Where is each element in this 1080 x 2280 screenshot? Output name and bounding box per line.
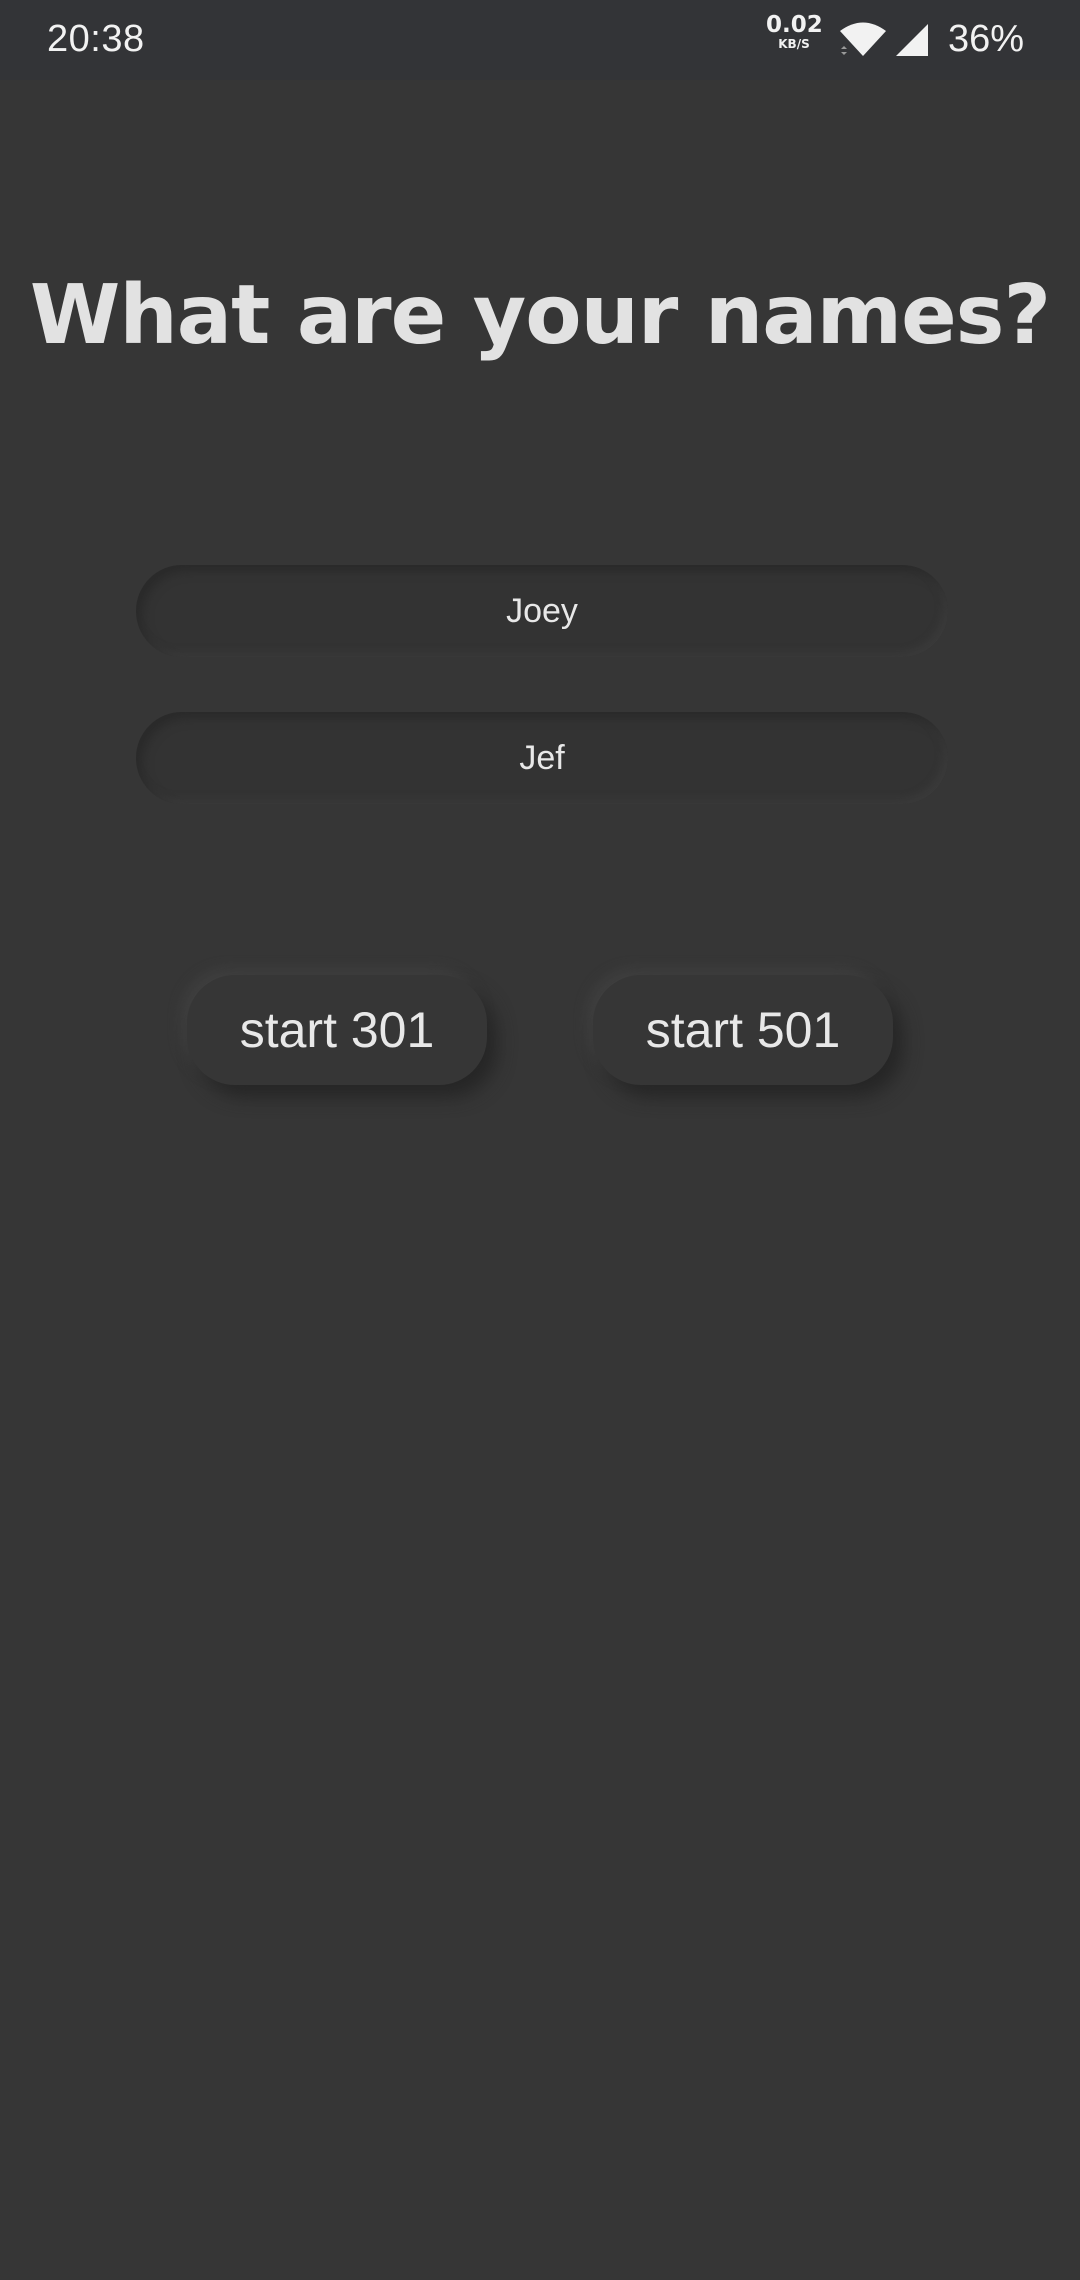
page-title: What are your names?: [29, 268, 1051, 363]
status-bar: 20:38 0.02 KB/S 36%: [0, 0, 1080, 80]
signal-icon: [896, 24, 928, 56]
status-time: 20:38: [47, 18, 145, 60]
battery-percentage: 36%: [948, 18, 1025, 60]
network-speed-value: 0.02: [766, 12, 823, 38]
start-501-button[interactable]: start 501: [593, 975, 893, 1085]
start-301-button[interactable]: start 301: [187, 975, 487, 1085]
network-speed: 0.02 KB/S: [766, 12, 823, 51]
wifi-icon: [840, 22, 886, 56]
network-speed-unit: KB/S: [778, 37, 810, 51]
app-screen: 20:38 0.02 KB/S 36% What are your names?…: [0, 0, 1080, 2280]
player-two-name-input[interactable]: [136, 712, 948, 804]
player-one-name-input[interactable]: [136, 565, 948, 657]
